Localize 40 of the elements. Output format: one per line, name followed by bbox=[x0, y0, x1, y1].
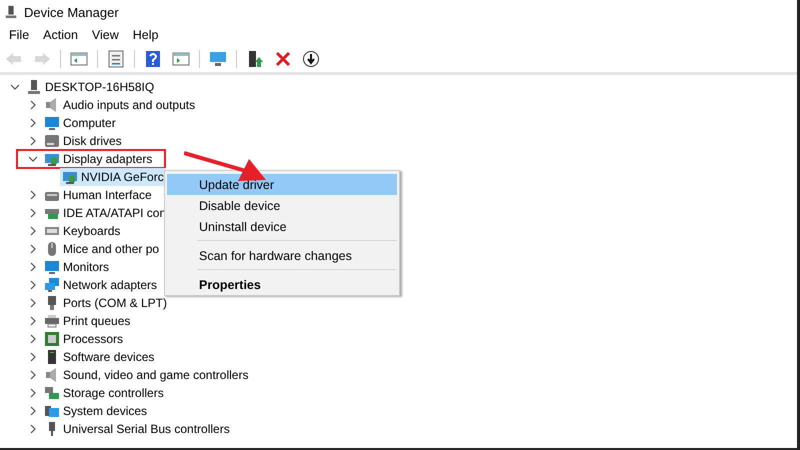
tree-item[interactable]: Monitors bbox=[42, 258, 112, 276]
menu-item[interactable]: Properties bbox=[167, 274, 397, 295]
chip-icon bbox=[44, 331, 60, 347]
tree-item[interactable]: Mice and other po bbox=[42, 240, 162, 258]
tree-item[interactable]: Print queues bbox=[42, 312, 132, 330]
tree-item[interactable]: Processors bbox=[42, 330, 126, 348]
network-icon bbox=[44, 277, 60, 293]
display-card-icon bbox=[44, 151, 60, 167]
tree-item[interactable]: DESKTOP-16H58IQ bbox=[24, 78, 156, 96]
tree-item[interactable]: Network adapters bbox=[42, 276, 160, 294]
menu-item[interactable]: Uninstall device bbox=[167, 216, 397, 237]
menu-item[interactable]: Update driver bbox=[167, 174, 397, 195]
computer-tower-icon bbox=[26, 79, 42, 95]
storage-icon bbox=[44, 385, 60, 401]
menu-item[interactable]: Disable device bbox=[167, 195, 397, 216]
monitor-icon bbox=[44, 259, 60, 275]
computer-tower-icon bbox=[4, 5, 18, 19]
tree-item[interactable]: Sound, video and game controllers bbox=[42, 366, 250, 384]
tree-item[interactable]: NVIDIA GeForc bbox=[60, 168, 166, 186]
menu-item[interactable]: Action bbox=[36, 26, 85, 44]
tree-item[interactable]: Keyboards bbox=[42, 222, 122, 240]
window-title: Device Manager bbox=[24, 4, 119, 20]
menu-item[interactable]: Scan for hardware changes bbox=[167, 245, 397, 266]
tree-item[interactable]: Display adapters bbox=[42, 150, 154, 168]
tree-item[interactable]: Computer bbox=[42, 114, 118, 132]
tree-item[interactable]: Software devices bbox=[42, 348, 156, 366]
folder-icon bbox=[44, 403, 60, 419]
tree-item[interactable]: Human Interface bbox=[42, 186, 154, 204]
tree-item[interactable]: Audio inputs and outputs bbox=[42, 96, 198, 114]
menu-item[interactable]: Help bbox=[126, 26, 166, 44]
display-card-icon bbox=[62, 169, 78, 185]
menu-item[interactable]: View bbox=[84, 26, 126, 44]
menu-item[interactable]: File bbox=[2, 26, 36, 44]
tree-item[interactable]: Ports (COM & LPT) bbox=[42, 294, 170, 312]
tree-item[interactable]: Disk drives bbox=[42, 132, 124, 150]
tree-item[interactable]: Universal Serial Bus controllers bbox=[42, 420, 232, 438]
monitor-icon bbox=[44, 115, 60, 131]
printer-icon bbox=[44, 313, 60, 329]
tree-item[interactable]: System devices bbox=[42, 402, 150, 420]
tree-item[interactable]: Storage controllers bbox=[42, 384, 166, 402]
